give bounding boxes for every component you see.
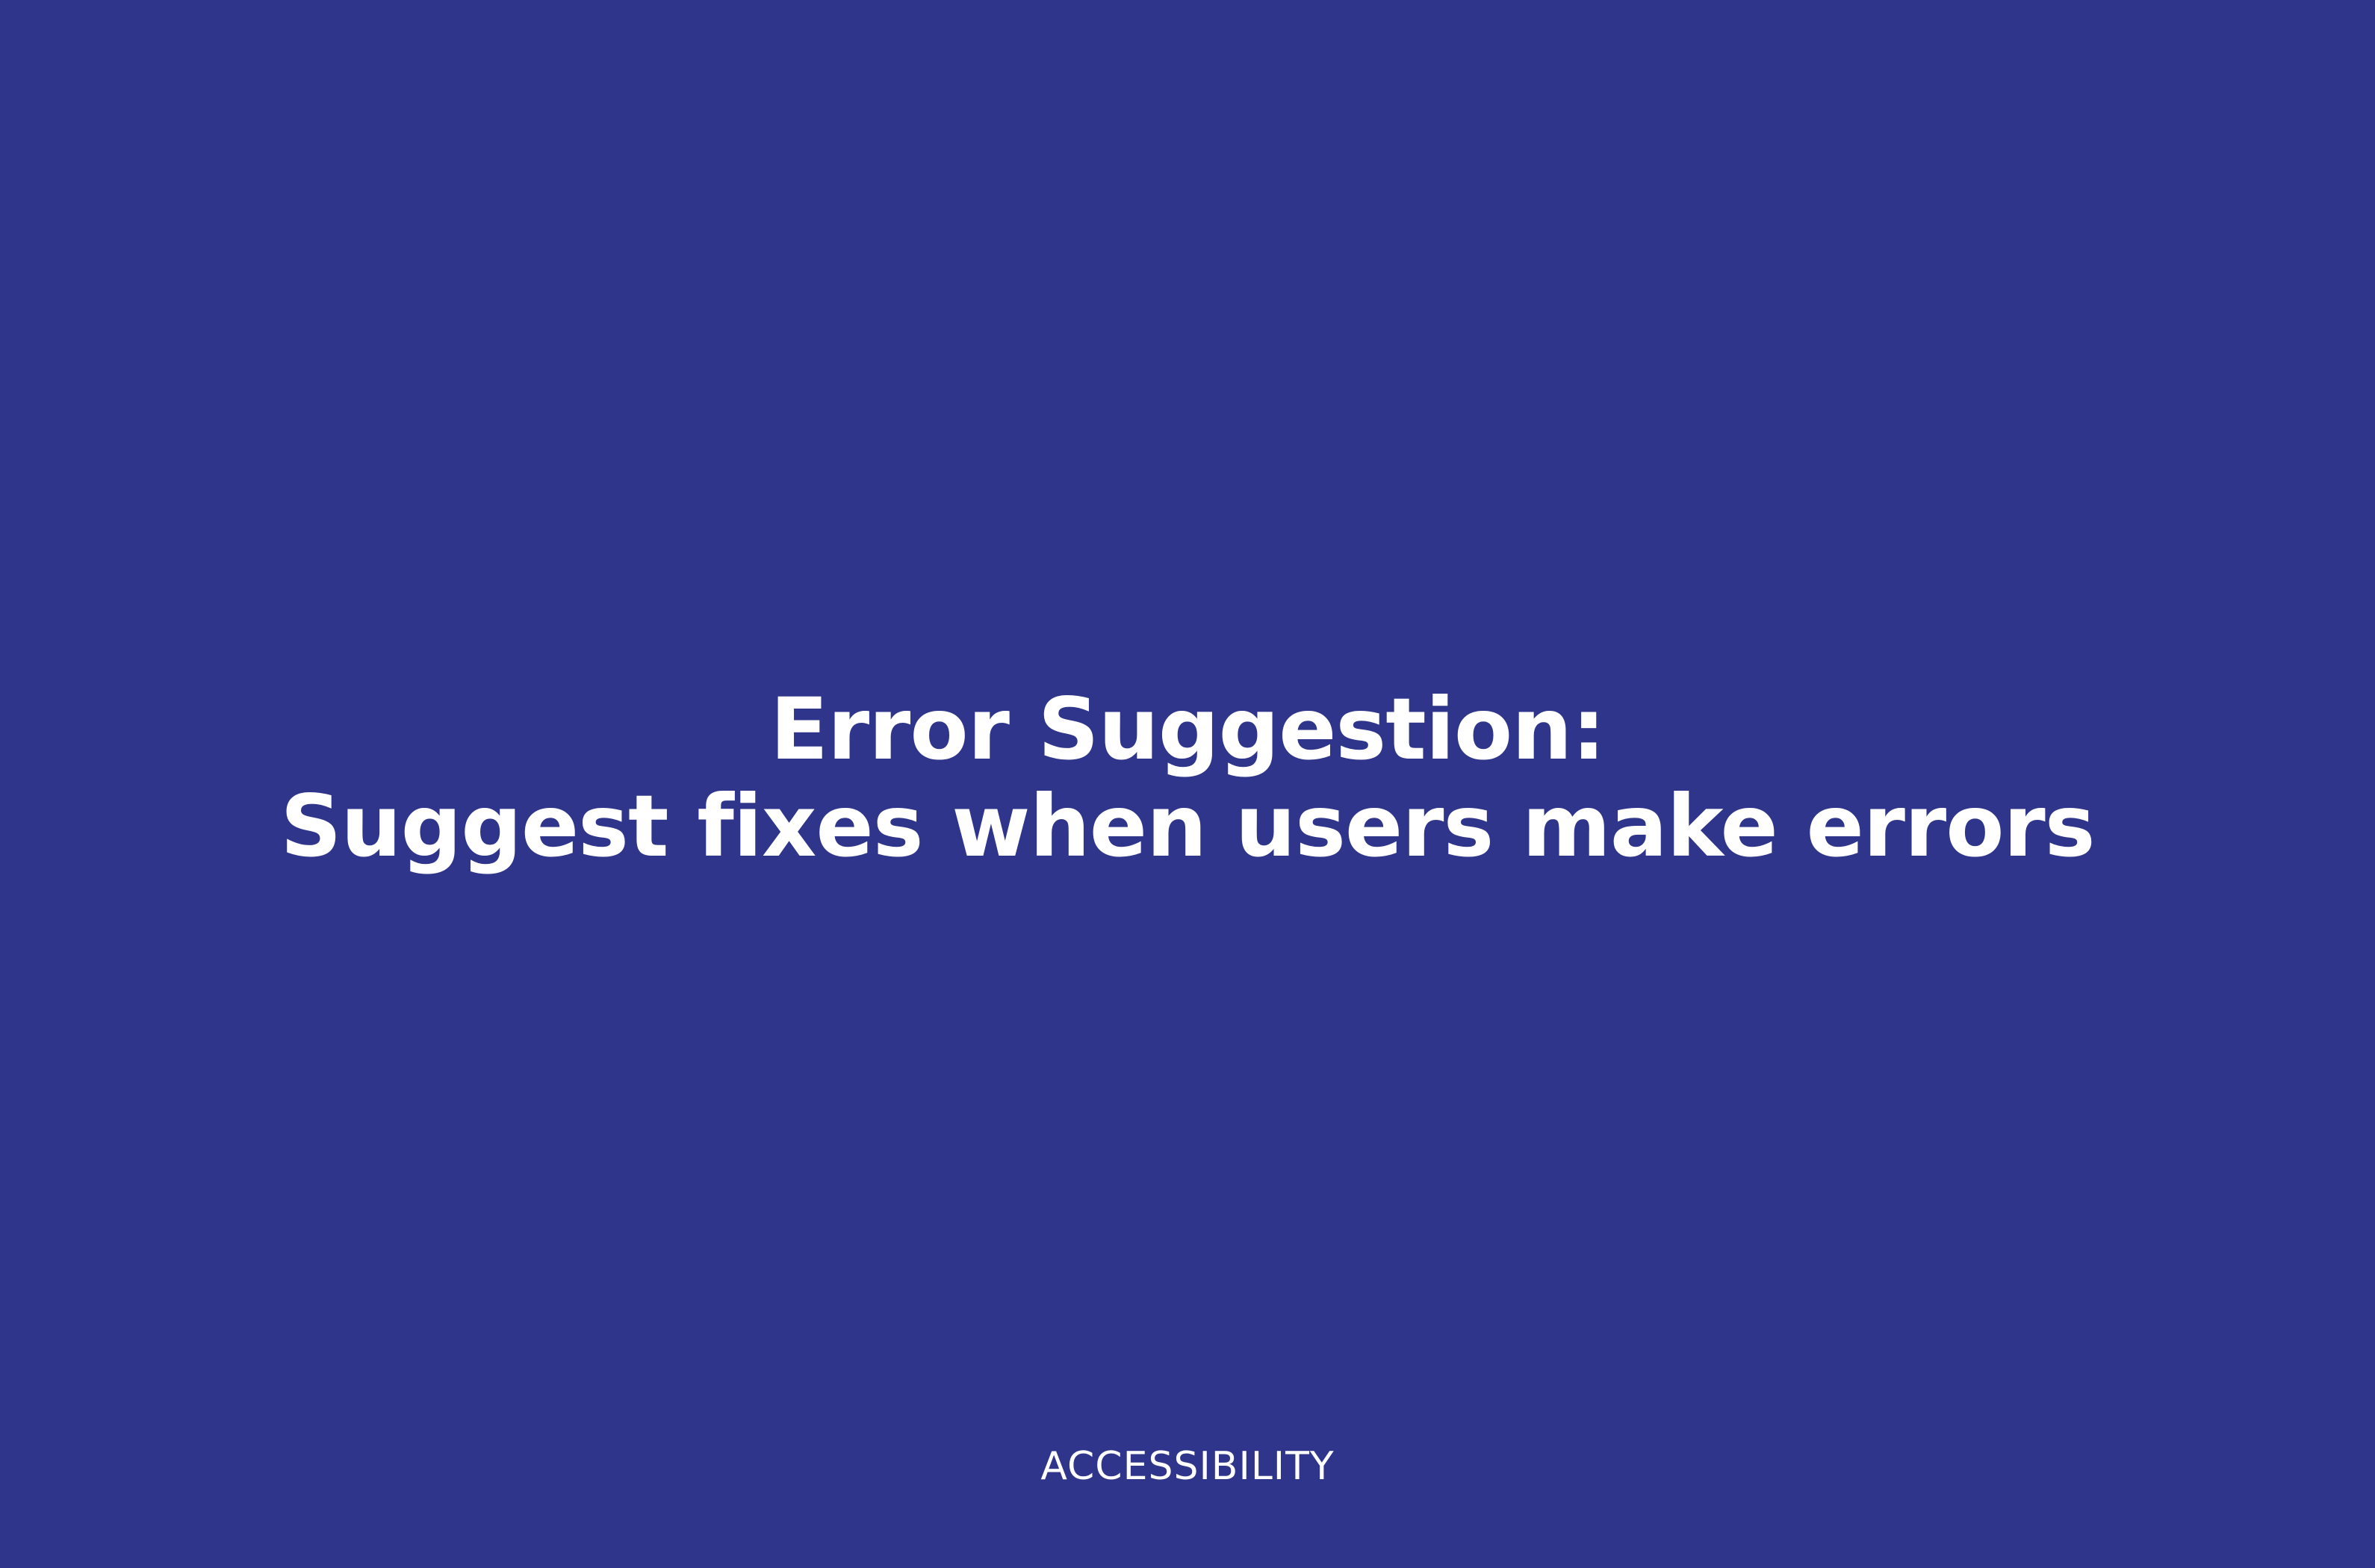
slide-title-line-2: Suggest fixes when users make errors: [280, 777, 2095, 876]
slide-canvas: Error Suggestion: Suggest fixes when use…: [0, 0, 2375, 1568]
slide-title-line-1: Error Suggestion:: [770, 679, 1606, 779]
footer-category-label: ACCESSIBILITY: [1040, 1444, 1335, 1489]
